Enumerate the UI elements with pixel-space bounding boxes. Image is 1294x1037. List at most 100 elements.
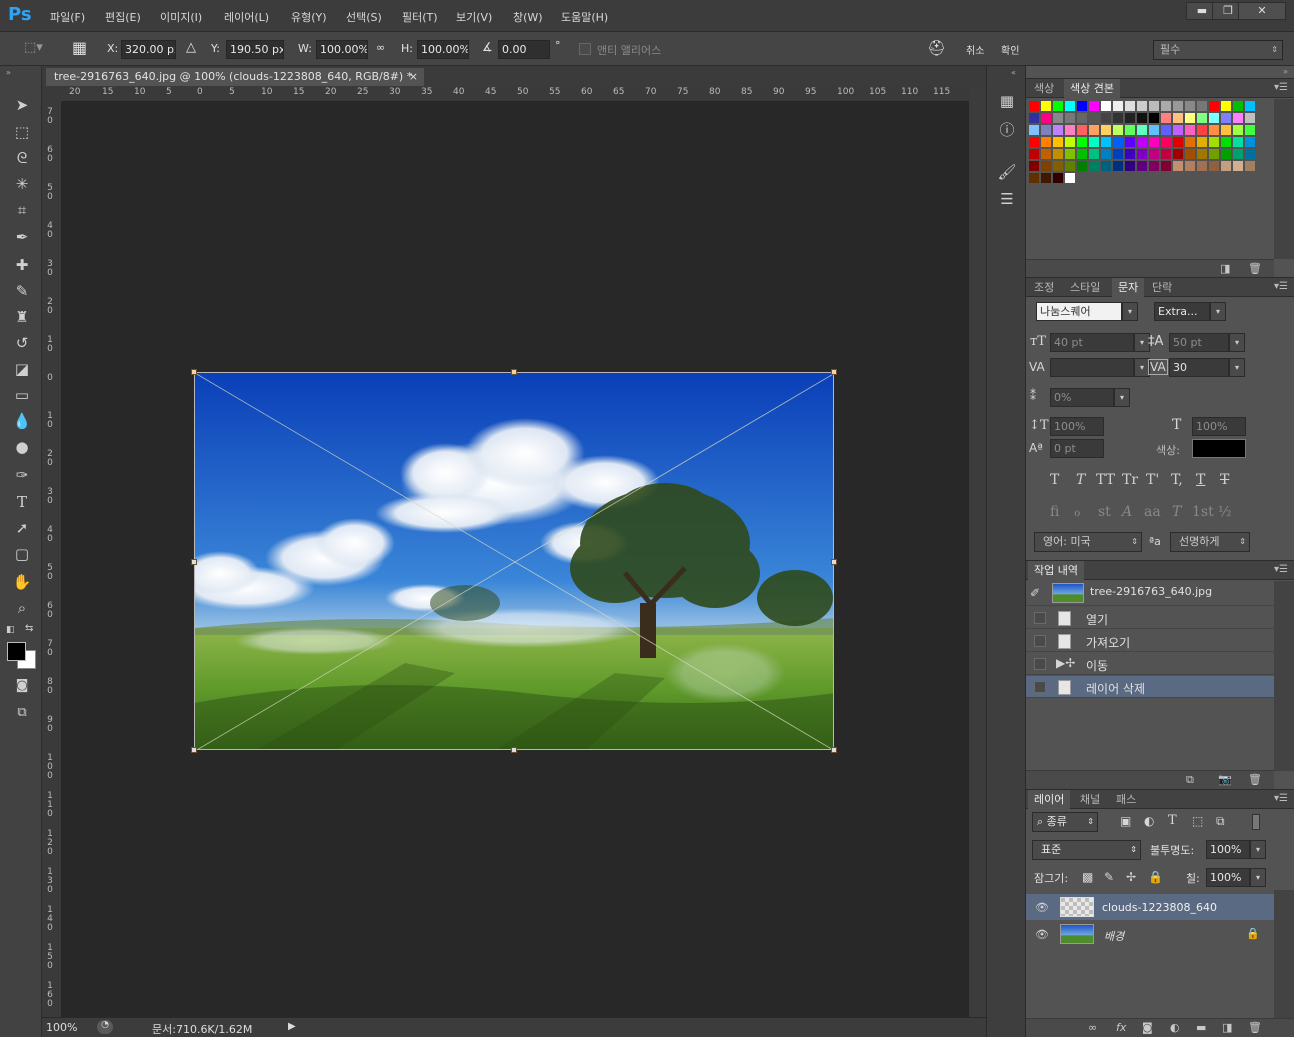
font-style-dropdown[interactable]: ▾ bbox=[1210, 302, 1226, 321]
vertical-scrollbar[interactable] bbox=[969, 86, 986, 1017]
brush-tool-icon[interactable]: ✎ bbox=[10, 280, 34, 302]
menu-help[interactable]: 도움말(H) bbox=[561, 9, 608, 25]
color-swatch[interactable] bbox=[1125, 101, 1135, 111]
color-swatch[interactable] bbox=[1149, 137, 1159, 147]
color-swatch[interactable] bbox=[1065, 161, 1075, 171]
color-swatch[interactable] bbox=[1149, 113, 1159, 123]
color-swatch[interactable] bbox=[1077, 137, 1087, 147]
color-swatch[interactable] bbox=[1077, 161, 1087, 171]
transform-handle[interactable] bbox=[831, 369, 837, 375]
color-swatch[interactable] bbox=[1065, 173, 1075, 183]
color-swatch[interactable] bbox=[1233, 113, 1243, 123]
color-swatch[interactable] bbox=[1053, 101, 1063, 111]
color-swatch[interactable] bbox=[1137, 113, 1147, 123]
opacity-field[interactable]: 100% bbox=[1206, 840, 1250, 859]
tracking-field[interactable]: 30 bbox=[1169, 358, 1229, 377]
healing-brush-tool-icon[interactable]: ✚ bbox=[10, 254, 34, 276]
color-swatch[interactable] bbox=[1233, 125, 1243, 135]
history-snapshot[interactable]: ✐ tree-2916763_640.jpg bbox=[1026, 581, 1274, 606]
transform-preset-icon[interactable]: ⬚▾ bbox=[24, 40, 43, 55]
color-swatch[interactable] bbox=[1209, 161, 1219, 171]
color-swatch[interactable] bbox=[1065, 137, 1075, 147]
marquee-tool-icon[interactable]: ⬚ bbox=[10, 121, 34, 143]
leading-field[interactable]: 50 pt bbox=[1169, 333, 1229, 352]
layer-style-icon[interactable]: fx bbox=[1116, 1021, 1126, 1034]
swatches-panel-icon[interactable]: ▦ bbox=[995, 90, 1019, 112]
link-layers-icon[interactable]: ∞ bbox=[1088, 1021, 1097, 1034]
lasso-tool-icon[interactable]: ᘓ bbox=[10, 147, 34, 169]
expand-icon[interactable]: » bbox=[1283, 67, 1288, 76]
color-swatch[interactable] bbox=[1113, 161, 1123, 171]
document-image[interactable] bbox=[194, 372, 834, 750]
fractions-button[interactable]: ½ bbox=[1218, 504, 1232, 520]
move-tool-icon[interactable]: ➤ bbox=[10, 94, 34, 116]
path-selection-tool-icon[interactable]: ➚ bbox=[10, 517, 34, 539]
menu-select[interactable]: 선택(S) bbox=[346, 9, 382, 25]
antialias-checkbox[interactable] bbox=[579, 43, 591, 55]
filter-pixel-icon[interactable]: ▣ bbox=[1120, 814, 1131, 828]
brush-panel-icon[interactable]: 🖌 bbox=[995, 161, 1019, 183]
menu-window[interactable]: 창(W) bbox=[513, 9, 543, 25]
filter-type-icon[interactable]: T bbox=[1168, 813, 1177, 828]
snapshot-camera-icon[interactable]: 📷 bbox=[1218, 773, 1232, 786]
color-swatch[interactable] bbox=[1161, 113, 1171, 123]
color-swatch[interactable] bbox=[1077, 149, 1087, 159]
tab-paths[interactable]: 패스 bbox=[1110, 790, 1142, 809]
color-swatch[interactable] bbox=[1041, 173, 1051, 183]
color-swatch[interactable] bbox=[1113, 101, 1123, 111]
color-swatch[interactable] bbox=[1173, 149, 1183, 159]
color-swatch[interactable] bbox=[1221, 101, 1231, 111]
fill-field[interactable]: 100% bbox=[1206, 868, 1250, 887]
horizontal-scale-field[interactable]: 100% bbox=[1192, 417, 1246, 436]
color-swatch[interactable] bbox=[1029, 173, 1039, 183]
history-checkbox[interactable] bbox=[1034, 635, 1046, 647]
lock-pixels-icon[interactable]: ✎ bbox=[1104, 870, 1114, 884]
color-swatch[interactable] bbox=[1245, 137, 1255, 147]
color-swatch[interactable] bbox=[1101, 137, 1111, 147]
color-swatch[interactable] bbox=[1221, 161, 1231, 171]
subscript-button[interactable]: T, bbox=[1171, 472, 1183, 488]
properties-icon[interactable]: ☰ bbox=[995, 188, 1019, 210]
y-input[interactable]: 190.50 px bbox=[226, 40, 284, 59]
underline-button[interactable]: T bbox=[1196, 472, 1205, 488]
delete-layer-icon[interactable]: 🗑 bbox=[1248, 1021, 1262, 1034]
color-swatch[interactable] bbox=[1233, 137, 1243, 147]
color-swatch[interactable] bbox=[1125, 161, 1135, 171]
history-checkbox[interactable] bbox=[1034, 612, 1046, 624]
delta-icon[interactable]: △ bbox=[186, 40, 196, 55]
kerning-field[interactable] bbox=[1050, 358, 1134, 377]
color-swatch[interactable] bbox=[1089, 125, 1099, 135]
swash-button[interactable]: A bbox=[1122, 504, 1132, 520]
history-item[interactable]: ▶✢ 이동 bbox=[1026, 653, 1274, 675]
color-swatch[interactable] bbox=[1233, 161, 1243, 171]
color-swatch[interactable] bbox=[1113, 149, 1123, 159]
color-swatch[interactable] bbox=[1053, 149, 1063, 159]
color-swatch[interactable] bbox=[1029, 125, 1039, 135]
text-color-swatch[interactable] bbox=[1192, 439, 1246, 458]
filter-smart-object-icon[interactable]: ⧉ bbox=[1216, 814, 1225, 829]
color-swatch[interactable] bbox=[1137, 149, 1147, 159]
layer-row-background[interactable]: 👁 배경 🔒 bbox=[1026, 921, 1274, 947]
tab-styles[interactable]: 스타일 bbox=[1064, 278, 1106, 297]
color-swatch[interactable] bbox=[1101, 101, 1111, 111]
history-scrollbar[interactable] bbox=[1274, 581, 1294, 771]
color-swatch[interactable] bbox=[1221, 125, 1231, 135]
color-swatch[interactable] bbox=[1173, 161, 1183, 171]
menu-filter[interactable]: 필터(T) bbox=[402, 9, 438, 25]
eraser-tool-icon[interactable]: ◪ bbox=[10, 358, 34, 380]
swatches-scrollbar[interactable] bbox=[1274, 99, 1294, 259]
panel-menu-icon[interactable]: ▾☰ bbox=[1274, 82, 1288, 93]
collapse-icon[interactable]: » bbox=[6, 68, 11, 77]
color-swatch[interactable] bbox=[1185, 137, 1195, 147]
delete-swatch-icon[interactable]: 🗑 bbox=[1248, 262, 1262, 275]
history-brush-tool-icon[interactable]: ↺ bbox=[10, 332, 34, 354]
screen-mode-icon[interactable]: ⧉ bbox=[10, 702, 34, 724]
horizontal-ruler[interactable]: 20 15 10 5 0 5 10 15 20 25 30 35 40 45 5… bbox=[62, 86, 969, 102]
color-swatch[interactable] bbox=[1245, 101, 1255, 111]
link-icon[interactable]: ∞ bbox=[376, 41, 385, 54]
info-icon[interactable]: ⓘ bbox=[995, 119, 1019, 141]
color-swatch[interactable] bbox=[1065, 101, 1075, 111]
warp-icon[interactable]: ⛑ bbox=[927, 39, 946, 57]
workspace-select[interactable]: 필수 ⇕ bbox=[1153, 40, 1283, 60]
color-swatch[interactable] bbox=[1149, 149, 1159, 159]
